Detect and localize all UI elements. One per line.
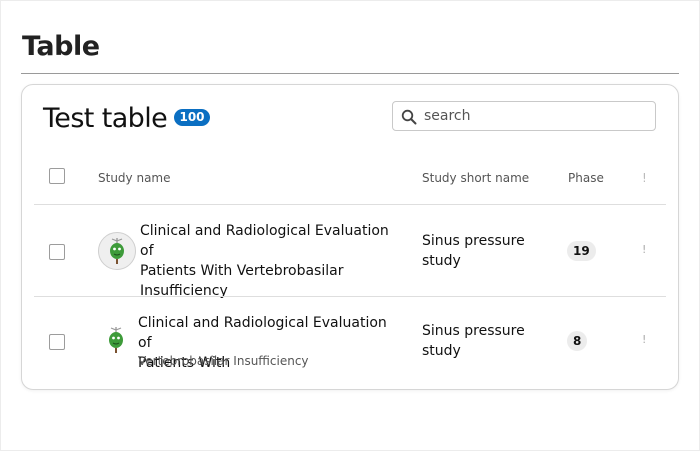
table-card: Test table 100 Study name Study short na…	[21, 84, 679, 390]
header-divider	[34, 204, 666, 205]
study-subtitle: Vertebrobasilar Insufficiency	[138, 354, 309, 368]
tree-mascot-icon	[110, 238, 124, 264]
column-header-phase[interactable]: Phase	[568, 171, 604, 185]
short-name-line: study	[422, 343, 461, 359]
study-short-name: Sinus pressure study	[422, 231, 542, 271]
title-divider	[21, 73, 679, 74]
row-checkbox[interactable]	[49, 334, 65, 350]
phase-badge: 8	[567, 331, 588, 351]
study-name-line: Patients With Vertebrobasilar	[140, 263, 344, 279]
search-box[interactable]	[392, 101, 656, 131]
page-title: Table	[22, 31, 100, 62]
study-short-name: Sinus pressure study	[422, 321, 542, 361]
study-name-line: Insufficiency	[140, 283, 228, 299]
search-input[interactable]	[424, 106, 644, 126]
select-all-checkbox[interactable]	[49, 168, 65, 184]
study-avatar	[98, 232, 136, 270]
row-divider	[34, 296, 666, 297]
row-more-marker: !	[642, 333, 647, 346]
short-name-line: Sinus pressure	[422, 323, 525, 339]
table-title: Test table	[43, 103, 168, 134]
short-name-line: Sinus pressure	[422, 233, 525, 249]
tree-mascot-icon	[109, 327, 123, 353]
column-header-more: !	[642, 171, 647, 185]
count-badge: 100	[174, 109, 210, 126]
study-name-line: Clinical and Radiological Evaluation of	[138, 315, 387, 351]
study-name-line: Clinical and Radiological Evaluation of	[140, 223, 389, 259]
column-header-short-name[interactable]: Study short name	[422, 171, 529, 185]
search-icon	[401, 109, 417, 125]
column-header-study-name[interactable]: Study name	[98, 171, 171, 185]
short-name-line: study	[422, 253, 461, 269]
phase-badge: 19	[567, 241, 596, 261]
study-name[interactable]: Clinical and Radiological Evaluation of …	[140, 221, 400, 301]
study-avatar	[98, 322, 136, 360]
row-checkbox[interactable]	[49, 244, 65, 260]
row-more-marker: !	[642, 243, 647, 256]
